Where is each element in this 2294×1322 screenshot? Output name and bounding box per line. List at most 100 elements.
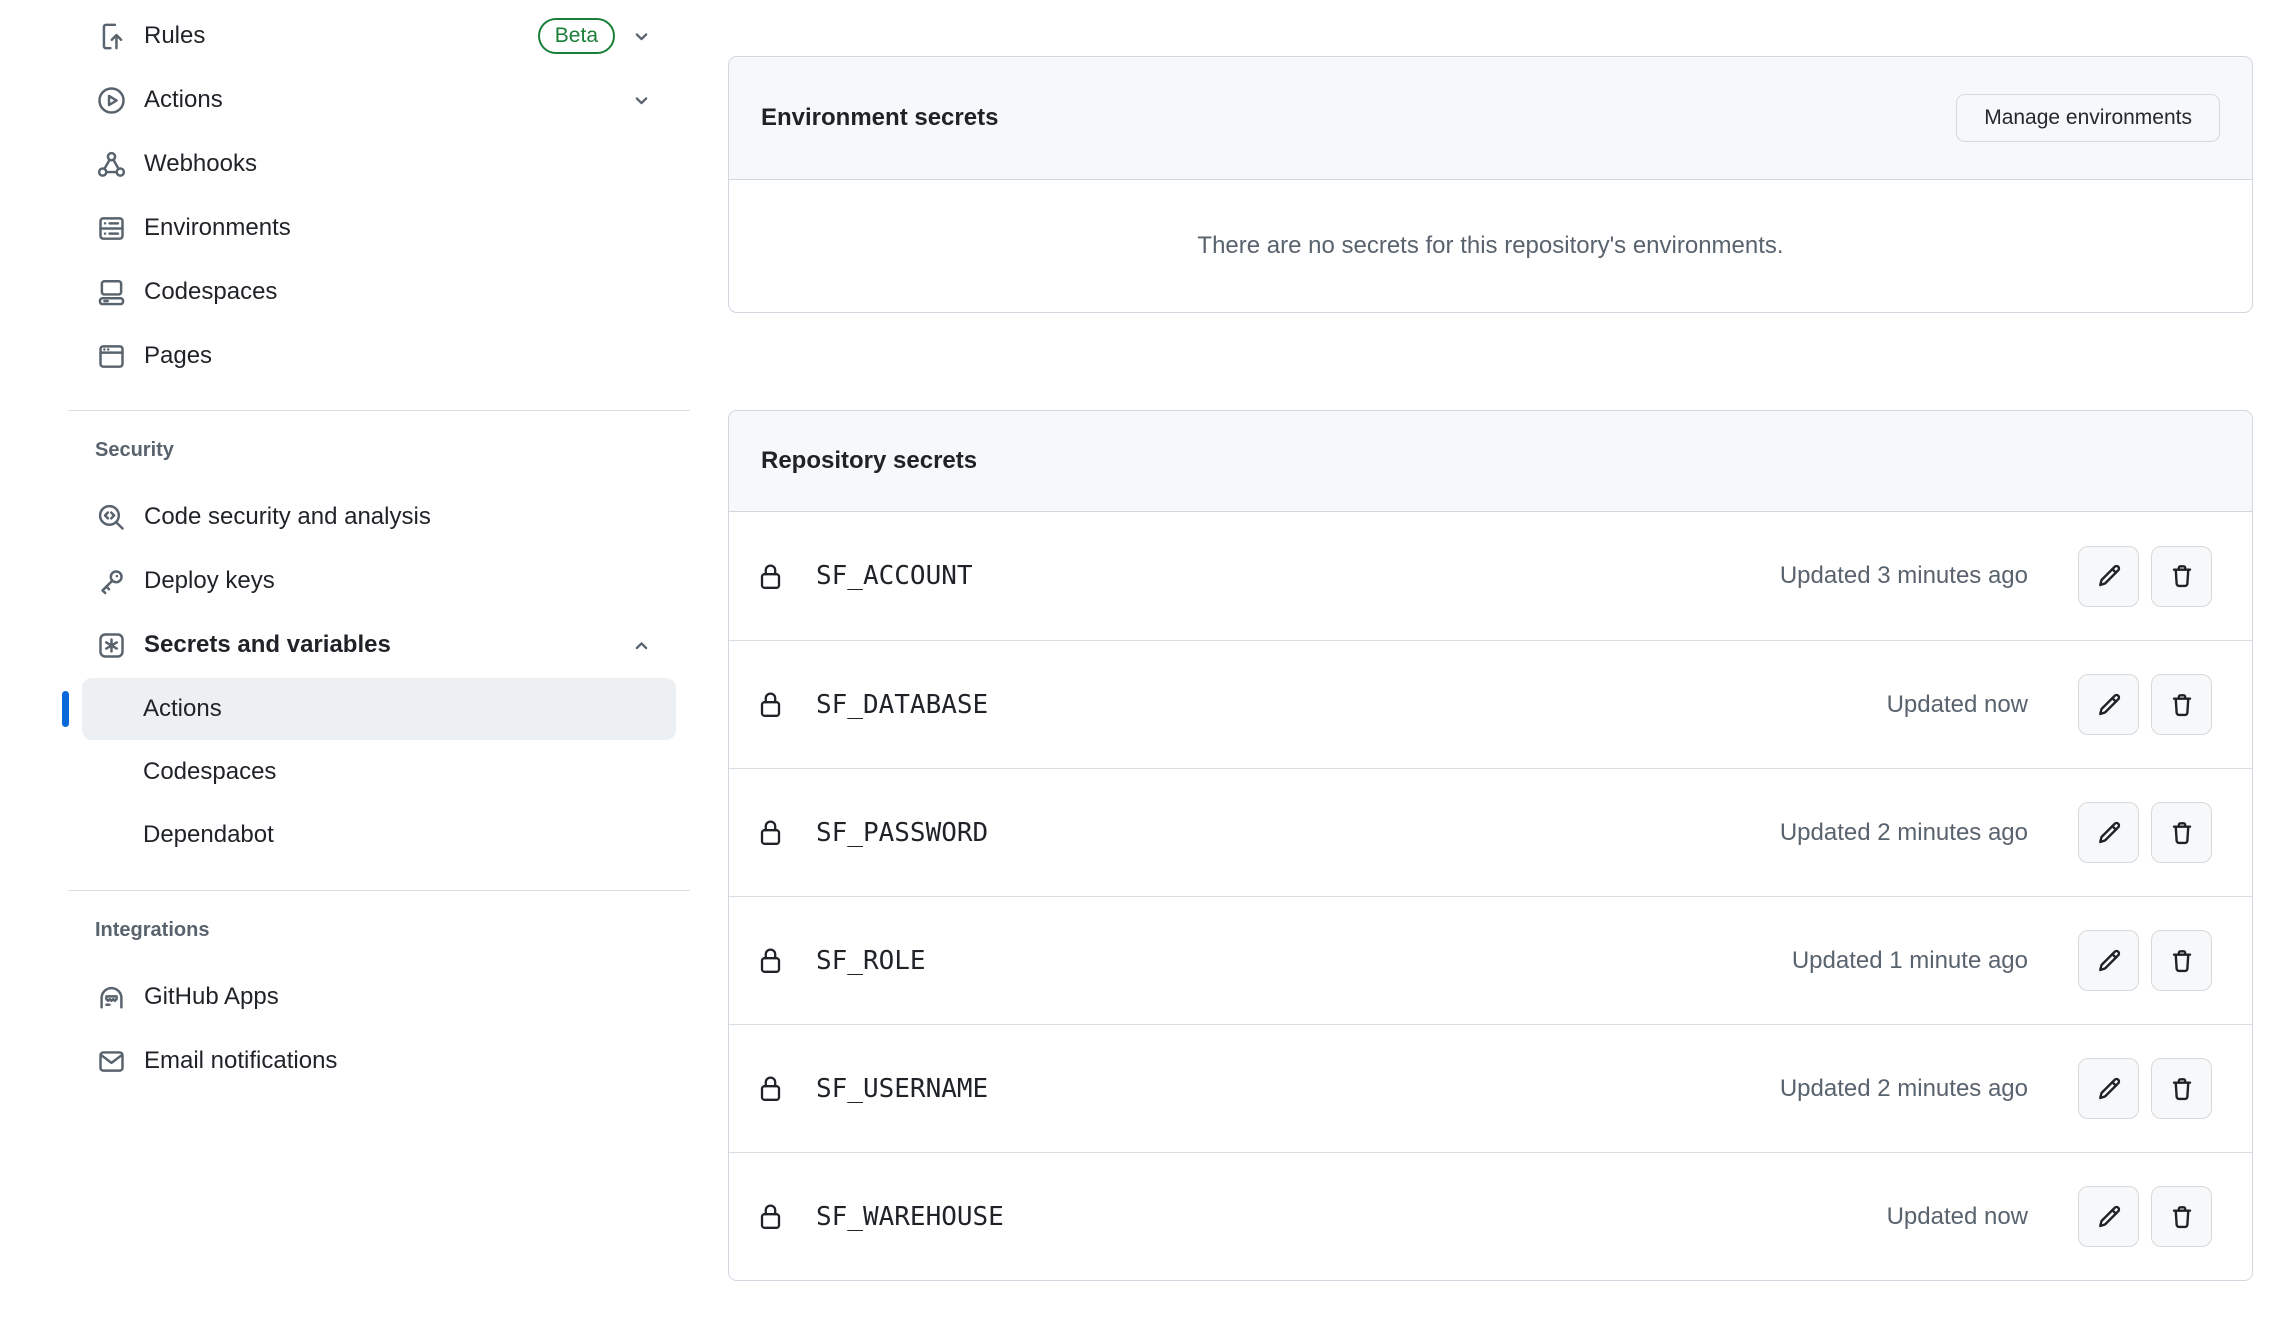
codespaces-icon	[95, 276, 128, 309]
key-icon	[95, 565, 128, 598]
browser-icon	[95, 340, 128, 373]
sidebar-item-label: Webhooks	[144, 150, 257, 178]
trash-icon	[2167, 561, 2197, 591]
edit-secret-button[interactable]	[2078, 1058, 2139, 1119]
delete-secret-button[interactable]	[2151, 674, 2212, 735]
sidebar-section-security: Security	[95, 436, 694, 464]
pencil-icon	[2094, 1074, 2124, 1104]
sidebar-item-codespaces[interactable]: Codespaces	[0, 260, 694, 324]
sidebar-section-integrations: Integrations	[95, 916, 694, 944]
secret-row: SF_ROLE Updated 1 minute ago	[729, 896, 2252, 1024]
chevron-down-icon	[629, 88, 654, 113]
trash-icon	[2167, 1202, 2197, 1232]
sidebar-item-webhooks[interactable]: Webhooks	[0, 132, 694, 196]
secret-updated: Updated 1 minute ago	[1792, 947, 2028, 975]
edit-secret-button[interactable]	[2078, 674, 2139, 735]
sidebar-subitem-dependabot[interactable]: Dependabot	[82, 804, 676, 866]
lock-icon	[759, 1202, 782, 1231]
environment-secrets-header: Environment secrets Manage environments	[729, 57, 2252, 180]
sidebar-subitem-codespaces[interactable]: Codespaces	[82, 741, 676, 803]
secret-row: SF_PASSWORD Updated 2 minutes ago	[729, 768, 2252, 896]
play-icon	[95, 84, 128, 117]
beta-badge: Beta	[538, 18, 615, 54]
rules-icon	[95, 20, 128, 53]
chevron-up-icon	[629, 633, 654, 658]
delete-secret-button[interactable]	[2151, 1058, 2212, 1119]
secret-name: SF_DATABASE	[816, 690, 988, 720]
trash-icon	[2167, 946, 2197, 976]
sidebar-item-label: Rules	[144, 22, 205, 50]
sidebar-item-label: GitHub Apps	[144, 983, 279, 1011]
secret-row: SF_ACCOUNT Updated 3 minutes ago	[729, 512, 2252, 640]
edit-secret-button[interactable]	[2078, 1186, 2139, 1247]
sidebar-item-label: Actions	[144, 86, 223, 114]
secret-row: SF_DATABASE Updated now	[729, 640, 2252, 768]
repository-secrets-header: Repository secrets	[729, 411, 2252, 512]
panel-title: Repository secrets	[761, 447, 977, 475]
sidebar-item-email-notifications[interactable]: Email notifications	[0, 1029, 694, 1093]
settings-sidebar: Rules Beta Actions	[0, 0, 694, 1093]
selected-indicator	[62, 691, 69, 727]
trash-icon	[2167, 818, 2197, 848]
secret-name: SF_WAREHOUSE	[816, 1202, 1004, 1232]
sidebar-item-actions[interactable]: Actions	[0, 68, 694, 132]
secret-name: SF_ROLE	[816, 946, 926, 976]
sidebar-item-code-security[interactable]: Code security and analysis	[0, 485, 694, 549]
edit-secret-button[interactable]	[2078, 546, 2139, 607]
pencil-icon	[2094, 946, 2124, 976]
sidebar-item-environments[interactable]: Environments	[0, 196, 694, 260]
sidebar-item-pages[interactable]: Pages	[0, 324, 694, 388]
webhook-icon	[95, 148, 128, 181]
server-icon	[95, 212, 128, 245]
empty-state-message: There are no secrets for this repository…	[1197, 232, 1783, 260]
sidebar-item-label: Secrets and variables	[144, 631, 391, 659]
sidebar-subitem-label: Codespaces	[143, 758, 276, 786]
sidebar-item-secrets-and-variables[interactable]: Secrets and variables	[0, 613, 694, 677]
manage-environments-button[interactable]: Manage environments	[1956, 94, 2220, 142]
pencil-icon	[2094, 1202, 2124, 1232]
code-scan-icon	[95, 501, 128, 534]
lock-icon	[759, 690, 782, 719]
environment-secrets-panel: Environment secrets Manage environments …	[728, 56, 2253, 313]
secret-row: SF_WAREHOUSE Updated now	[729, 1152, 2252, 1280]
delete-secret-button[interactable]	[2151, 930, 2212, 991]
sidebar-divider	[68, 410, 690, 411]
lock-icon	[759, 946, 782, 975]
secret-name: SF_ACCOUNT	[816, 561, 973, 591]
delete-secret-button[interactable]	[2151, 1186, 2212, 1247]
trash-icon	[2167, 1074, 2197, 1104]
secret-updated: Updated now	[1887, 1203, 2028, 1231]
lock-icon	[759, 562, 782, 591]
secret-updated: Updated 2 minutes ago	[1780, 819, 2028, 847]
chevron-down-icon	[629, 24, 654, 49]
sidebar-item-label: Pages	[144, 342, 212, 370]
sidebar-item-deploy-keys[interactable]: Deploy keys	[0, 549, 694, 613]
sidebar-item-label: Email notifications	[144, 1047, 337, 1075]
secret-updated: Updated 3 minutes ago	[1780, 562, 2028, 590]
lock-icon	[759, 1074, 782, 1103]
pencil-icon	[2094, 561, 2124, 591]
sidebar-subitem-label: Dependabot	[143, 821, 274, 849]
secret-updated: Updated 2 minutes ago	[1780, 1075, 2028, 1103]
sidebar-item-label: Codespaces	[144, 278, 277, 306]
secret-name: SF_PASSWORD	[816, 818, 988, 848]
pencil-icon	[2094, 690, 2124, 720]
pencil-icon	[2094, 818, 2124, 848]
sidebar-item-label: Deploy keys	[144, 567, 275, 595]
sidebar-item-rules[interactable]: Rules Beta	[0, 4, 694, 68]
sidebar-subitem-label: Actions	[143, 695, 222, 723]
environment-secrets-empty-state: There are no secrets for this repository…	[729, 180, 2252, 312]
secret-row: SF_USERNAME Updated 2 minutes ago	[729, 1024, 2252, 1152]
sidebar-item-github-apps[interactable]: GitHub Apps	[0, 965, 694, 1029]
trash-icon	[2167, 690, 2197, 720]
sidebar-divider	[68, 890, 690, 891]
secret-updated: Updated now	[1887, 691, 2028, 719]
delete-secret-button[interactable]	[2151, 546, 2212, 607]
sidebar-subitem-actions[interactable]: Actions	[82, 678, 676, 740]
mail-icon	[95, 1045, 128, 1078]
edit-secret-button[interactable]	[2078, 930, 2139, 991]
hubot-icon	[95, 981, 128, 1014]
edit-secret-button[interactable]	[2078, 802, 2139, 863]
delete-secret-button[interactable]	[2151, 802, 2212, 863]
secret-name: SF_USERNAME	[816, 1074, 988, 1104]
